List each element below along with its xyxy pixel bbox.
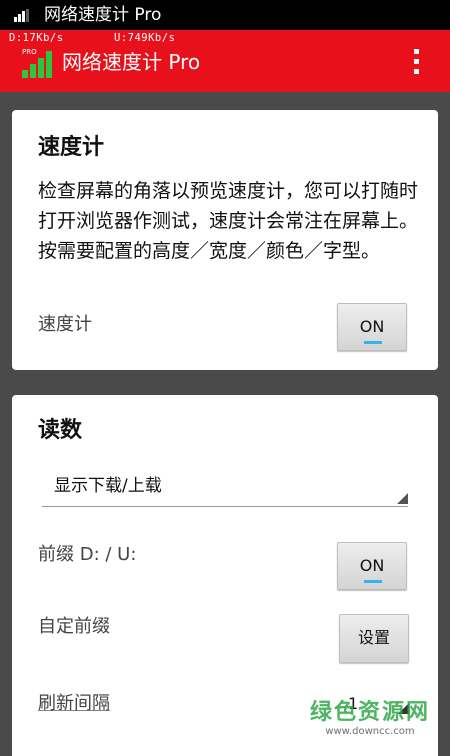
watermark-url: www.downcc.com	[325, 726, 415, 737]
toggle-indicator	[364, 580, 382, 583]
speedometer-toggle-text: ON	[359, 317, 385, 336]
watermark-text: 绿色资源网	[309, 700, 430, 725]
site-watermark: 绿色资源网 www.downcc.com	[310, 700, 430, 738]
prefix-toggle-button[interactable]: ON	[337, 542, 407, 590]
status-bar: 网络速度计 Pro	[0, 0, 450, 30]
app-bar: D:17Kb/s U:749Kb/s PRO 网络速度计 Pro	[0, 30, 450, 92]
overflow-menu-icon[interactable]	[412, 48, 420, 76]
toggle-indicator	[364, 341, 382, 344]
download-speed-readout: D:17Kb/s	[9, 32, 64, 44]
prefix-toggle-text: ON	[359, 556, 385, 575]
speedometer-toggle-label: 速度计	[38, 314, 92, 335]
status-bar-title: 网络速度计 Pro	[44, 5, 162, 25]
refresh-interval-label[interactable]: 刷新间隔	[38, 692, 110, 716]
custom-prefix-settings-button[interactable]: 设置	[339, 614, 409, 663]
app-logo-icon: PRO	[20, 48, 52, 78]
display-mode-selected: 显示下载/上载	[54, 476, 162, 496]
dropdown-arrow-icon	[397, 493, 408, 504]
app-title: 网络速度计 Pro	[62, 50, 201, 74]
display-mode-dropdown[interactable]: 显示下载/上载	[42, 467, 408, 507]
speedometer-card-title: 速度计	[38, 135, 105, 160]
speedometer-description: 检查屏幕的角落以预览速度计，您可以打随时打开浏览器作测试，速度计会常注在屏幕上。…	[38, 180, 419, 262]
upload-speed-readout: U:749Kb/s	[114, 32, 176, 44]
prefix-label: 前缀 D: / U:	[38, 544, 137, 565]
signal-icon	[14, 9, 30, 22]
custom-prefix-label: 自定前缀	[38, 616, 110, 637]
readings-card-title: 读数	[38, 418, 83, 443]
speedometer-toggle-button[interactable]: ON	[337, 303, 407, 351]
pro-badge: PRO	[22, 48, 37, 56]
speedometer-card: 速度计 检查屏幕的角落以预览速度计，您可以打随时打开浏览器作测试，速度计会常注在…	[12, 110, 438, 370]
